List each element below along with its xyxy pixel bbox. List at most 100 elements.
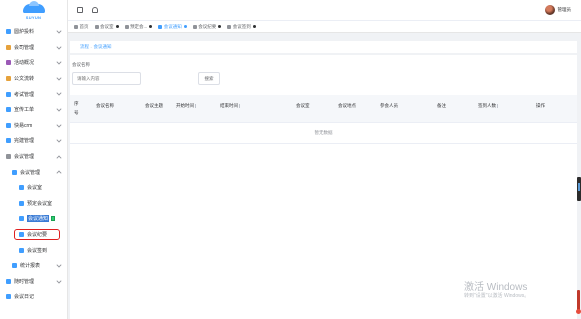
chart-icon <box>6 60 11 66</box>
sidebar-item[interactable]: 会议日记 <box>0 289 67 305</box>
sort-icon[interactable] <box>497 103 499 108</box>
windows-watermark-subtitle: 转到"设置"以激活 Windows。 <box>464 293 530 299</box>
tag-item[interactable]: 会议室 <box>94 24 119 30</box>
reserve-icon <box>19 200 24 206</box>
sidebar-item-label: 考试管理 <box>14 91 35 98</box>
room-icon <box>94 24 99 29</box>
user-menu[interactable]: 管理员 <box>544 5 571 15</box>
sidebar-item[interactable]: 活动概况 <box>0 55 67 71</box>
avatar[interactable] <box>544 5 555 15</box>
close-icon[interactable] <box>115 25 119 28</box>
ticket-icon <box>6 107 11 113</box>
chevron-down-icon <box>56 262 62 268</box>
close-icon[interactable] <box>252 25 256 28</box>
sidebar-item-label: 完建管理 <box>14 138 35 145</box>
sidebar-item-label: 宣传工单 <box>14 107 35 114</box>
tag-label: 会议通知 <box>163 23 182 29</box>
build-icon <box>6 138 11 144</box>
sidebar-item-label: 会议通知 <box>27 215 50 223</box>
sidebar-item-label: 统计报表 <box>20 263 41 270</box>
chevron-down-icon <box>56 28 62 34</box>
column-header-label: 会议地点 <box>338 103 356 108</box>
scroll-indicator[interactable] <box>576 290 581 314</box>
empty-text: 暂无数据 <box>314 130 333 135</box>
sidebar-item-label: 活动概况 <box>14 60 35 67</box>
column-header-label: 会议主题 <box>145 103 163 108</box>
meeting-icon <box>6 154 11 160</box>
tag-label: 首页 <box>79 23 89 29</box>
column-header[interactable]: 开始时间 <box>176 103 197 109</box>
signin-icon <box>19 247 24 253</box>
sidebar-item[interactable]: 会议室 <box>0 180 67 196</box>
column-header-label: 开始时间 <box>176 103 194 108</box>
logo-text: SUYUN <box>25 15 42 20</box>
selection-highlight <box>14 228 60 240</box>
table-empty-row: 暂无数据 <box>70 123 577 144</box>
sidebar-item[interactable]: 会议签到 <box>0 242 67 258</box>
close-icon[interactable] <box>183 25 187 28</box>
column-header-label: 序号 <box>74 101 79 115</box>
sidebar-item[interactable]: 考试管理 <box>0 86 67 102</box>
close-icon[interactable] <box>218 25 222 28</box>
sort-icon[interactable] <box>239 103 241 108</box>
column-header[interactable]: 结束时间 <box>220 103 241 109</box>
tag-item[interactable]: 预定会... <box>124 23 153 30</box>
sidebar-item-label: 会议室 <box>27 185 43 192</box>
tag-item[interactable]: 会议签到 <box>227 24 256 30</box>
sidebar-item[interactable]: 会议通知 <box>0 211 67 227</box>
column-header: 序号 <box>74 99 79 117</box>
search-button[interactable]: 搜索 <box>198 72 220 85</box>
meeting-name-input[interactable] <box>72 72 141 85</box>
tag-label: 预定会... <box>130 23 148 29</box>
column-header[interactable]: 签到人数 <box>478 103 499 109</box>
sidebar-item[interactable]: 会议管理 <box>0 149 67 165</box>
column-header: 会议名称 <box>96 103 114 109</box>
logo-icon <box>22 1 45 13</box>
sidebar-item[interactable]: 统计报表 <box>0 258 67 274</box>
sidebar-item[interactable]: 预定会议室 <box>0 196 67 212</box>
meeting-name-label: 会议名称 <box>72 62 90 67</box>
sidebar-item[interactable]: 公文流转 <box>0 71 67 87</box>
menu-toggle-icon[interactable] <box>77 7 83 13</box>
crm-icon <box>6 122 11 128</box>
speaker-icon <box>19 216 24 222</box>
sidebar-item-label: 公文流转 <box>14 76 35 83</box>
sidebar-item[interactable]: 快易crm <box>0 118 67 134</box>
breadcrumb-root[interactable]: 流程 <box>80 44 89 50</box>
chevron-up-icon <box>56 155 62 161</box>
sort-icon[interactable] <box>195 103 197 108</box>
sidebar-item[interactable]: 会议管理 <box>0 164 67 180</box>
sidebar-item[interactable]: 完建管理 <box>0 133 67 149</box>
tag-label: 会议签到 <box>232 23 251 29</box>
close-icon[interactable] <box>149 25 153 28</box>
sidebar-item[interactable]: 宣传工单 <box>0 102 67 118</box>
chevron-down-icon <box>56 44 62 50</box>
column-header: 备注 <box>437 103 446 109</box>
bell-icon[interactable] <box>92 7 98 13</box>
sidebar-menu: 圆炉投料会司管理活动概况公文流转考试管理宣传工单快易crm 完建管理会议管理 会议管… <box>0 24 67 305</box>
sidebar-item-label: 会司管理 <box>14 44 35 51</box>
tag-item[interactable]: 首页 <box>74 24 89 30</box>
breadcrumb-current: 会议通知 <box>93 44 112 49</box>
sidebar-item-label: 圆炉投料 <box>14 29 35 36</box>
logo[interactable]: SUYUN <box>0 0 67 24</box>
sidebar-item[interactable]: 会司管理 <box>0 40 67 56</box>
chevron-down-icon <box>56 59 62 65</box>
doc-icon <box>6 76 11 82</box>
sidebar-item-label: 快易crm <box>14 122 33 129</box>
company-icon <box>6 44 11 50</box>
breadcrumb: 流程 - 会议通知 <box>70 41 577 53</box>
box-icon <box>6 29 11 35</box>
sidebar-item[interactable]: 圆炉投料 <box>0 24 67 40</box>
reserve-icon <box>124 24 129 29</box>
sidebar-item[interactable]: 随时管理 <box>0 274 67 290</box>
chevron-down-icon <box>56 277 62 284</box>
tag-item[interactable]: 会议通知 <box>158 24 187 30</box>
column-header: 会议室 <box>296 103 310 109</box>
side-tool-icon[interactable] <box>577 177 581 201</box>
speaker-icon <box>158 24 163 29</box>
column-header-label: 会议室 <box>296 103 310 108</box>
tag-item[interactable]: 会议纪要 <box>192 24 222 30</box>
chevron-down-icon <box>56 122 62 128</box>
column-header-label: 结束时间 <box>220 103 238 108</box>
